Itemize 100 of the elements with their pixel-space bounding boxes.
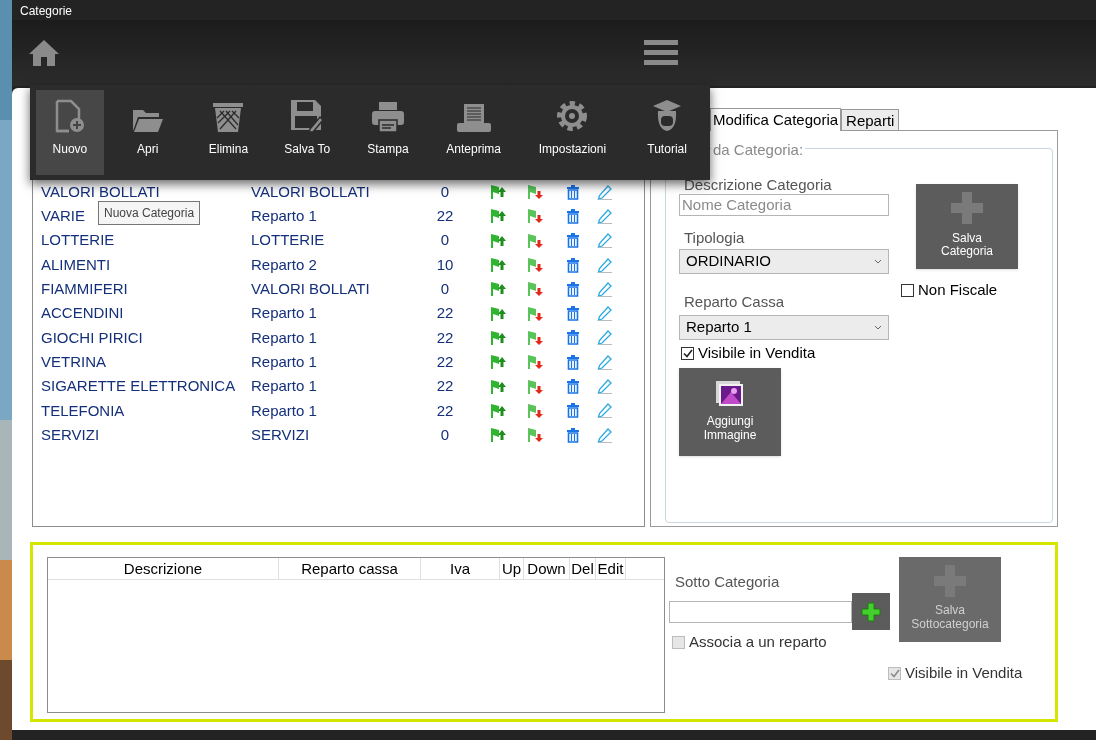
checkbox[interactable] — [901, 283, 914, 297]
toolbar-button[interactable]: Elimina — [191, 90, 266, 175]
pencil-icon[interactable] — [597, 403, 613, 419]
trash-icon[interactable] — [567, 379, 579, 394]
pencil-icon[interactable] — [597, 281, 613, 297]
tab[interactable]: Reparti — [841, 109, 900, 130]
flag-up-icon[interactable] — [489, 184, 507, 201]
table-cell-text: 22 — [435, 351, 455, 372]
pencil-icon[interactable] — [597, 379, 613, 394]
toolbar-button[interactable]: Impostazioni — [520, 90, 625, 175]
flag-up-icon[interactable] — [489, 208, 507, 225]
flag-down-icon[interactable] — [526, 208, 544, 225]
table-cell: TELEFONIA — [41, 401, 125, 419]
field-label: Descrizione Categoria — [683, 175, 833, 194]
table-cell: Reparto 1 — [251, 207, 317, 225]
column-header[interactable]: Down — [524, 558, 570, 579]
toolbar-button[interactable]: Salva To — [265, 90, 350, 175]
trash-icon[interactable] — [567, 208, 579, 224]
toolbar-button[interactable]: Apri — [103, 90, 192, 175]
trash-icon[interactable] — [567, 427, 579, 443]
toolbar-button[interactable]: Anteprima — [426, 90, 521, 175]
flag-down-icon[interactable] — [526, 257, 544, 274]
table-cell-text: 22 — [435, 327, 455, 348]
plus-icon — [861, 601, 881, 622]
add-button[interactable] — [852, 593, 890, 630]
menu-icon[interactable] — [644, 40, 678, 66]
input-field[interactable] — [669, 600, 852, 623]
flag-up-icon[interactable] — [489, 305, 507, 322]
toolbar-button[interactable]: Nuovo — [36, 90, 104, 175]
flag-down-icon[interactable] — [526, 402, 544, 419]
table-cell: ALIMENTI — [41, 255, 111, 273]
trash-icon[interactable] — [567, 184, 579, 200]
table-cell: GIOCHI PIRICI — [41, 328, 143, 346]
pencil-icon[interactable] — [597, 184, 613, 200]
checkmark-icon — [682, 348, 693, 358]
flag-down-icon[interactable] — [526, 427, 544, 444]
pencil-icon[interactable] — [597, 354, 613, 370]
flag-down-icon[interactable] — [526, 378, 544, 395]
table-cell: VARIE — [41, 207, 85, 225]
table-cell-text: 0 — [439, 424, 451, 445]
column-header[interactable]: Reparto cassa — [279, 558, 421, 579]
trash-icon[interactable] — [567, 306, 579, 322]
trash-icon[interactable] — [567, 330, 579, 346]
flag-up-icon[interactable] — [489, 329, 507, 346]
input-field[interactable]: Nome Categoria — [679, 194, 889, 216]
flag-up-icon[interactable] — [489, 281, 507, 298]
column-header[interactable]: Del — [570, 558, 596, 579]
flag-down-icon[interactable] — [526, 184, 544, 201]
chevron-down-icon — [874, 325, 882, 330]
column-header[interactable]: Descrizione — [48, 558, 279, 579]
pencil-icon[interactable] — [597, 427, 613, 443]
flag-down-icon[interactable] — [526, 232, 544, 249]
flag-up-icon[interactable] — [489, 427, 507, 444]
trash-icon[interactable] — [567, 257, 579, 273]
flag-up-icon[interactable] — [489, 232, 507, 249]
flag-down-icon[interactable] — [526, 354, 544, 371]
pencil-icon[interactable] — [597, 208, 613, 224]
checkbox[interactable] — [681, 346, 694, 360]
toolbar-button[interactable]: Tutorial — [624, 90, 710, 175]
home-icon[interactable] — [28, 39, 60, 67]
table-cell-text: 0 — [439, 230, 451, 251]
plus-icon — [951, 192, 983, 224]
pencil-icon[interactable] — [597, 306, 613, 322]
flag-up-icon[interactable] — [489, 378, 507, 395]
column-header[interactable]: Up — [500, 558, 524, 579]
flag-down-icon[interactable] — [526, 305, 544, 322]
pencil-icon[interactable] — [597, 233, 613, 249]
dropdown[interactable]: Reparto 1 — [679, 315, 889, 340]
trash-icon[interactable] — [567, 233, 579, 249]
checkbox-label[interactable]: Non Fiscale — [918, 279, 998, 302]
save-subcategory-button[interactable]: Salva Sottocategoria — [899, 557, 1001, 642]
trash-icon[interactable] — [567, 403, 579, 419]
table-cell: Reparto 1 — [251, 401, 317, 419]
trash-icon[interactable] — [567, 281, 579, 297]
table-cell: Reparto 2 — [251, 255, 317, 273]
table-cell: VALORI BOLLATI — [41, 182, 160, 200]
table-cell: Reparto 1 — [251, 328, 317, 346]
settings-icon — [555, 99, 590, 133]
flag-down-icon[interactable] — [526, 329, 544, 346]
trash-icon[interactable] — [567, 354, 579, 370]
toolbar-button[interactable]: Stampa — [349, 90, 427, 175]
picture-icon — [715, 380, 745, 408]
add-image-button[interactable]: Aggiungi Immagine — [679, 368, 781, 456]
printer-icon — [370, 101, 405, 133]
column-header[interactable]: Iva — [421, 558, 500, 579]
tab[interactable]: Modifica Categoria — [710, 108, 842, 131]
tooltip: Nuova Categoria — [98, 201, 201, 225]
flag-up-icon[interactable] — [489, 257, 507, 274]
column-header[interactable]: Edit — [596, 558, 626, 579]
table-cell: ACCENDINI — [41, 304, 124, 322]
checkbox-label[interactable]: Visibile in Vendita — [698, 341, 816, 365]
dropdown[interactable]: ORDINARIO — [679, 249, 889, 274]
flag-down-icon[interactable] — [526, 281, 544, 298]
field-label: Sotto Categoria — [674, 572, 781, 592]
flag-up-icon[interactable] — [489, 354, 507, 371]
table-cell-text: 10 — [435, 254, 455, 275]
pencil-icon[interactable] — [597, 257, 613, 273]
flag-up-icon[interactable] — [489, 402, 507, 419]
pencil-icon[interactable] — [597, 330, 613, 346]
save-category-button[interactable]: Salva Categoria — [916, 184, 1018, 269]
